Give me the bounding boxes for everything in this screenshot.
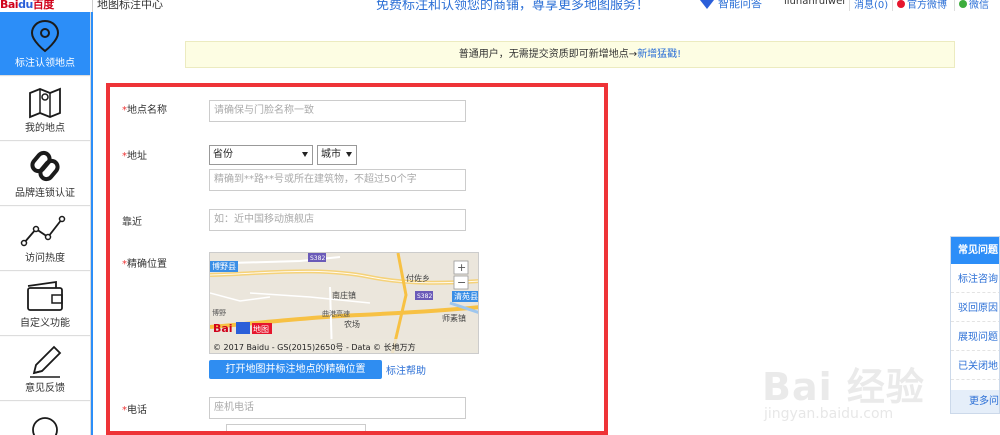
slogan-text: 免费标注和认领您的商铺，尊享更多地图服务！ [376,0,650,13]
chain-link-icon [30,150,60,182]
sidebar-item-label: 标注认领地点 [15,58,75,69]
content-divider [91,12,93,435]
sidebar-item-feedback[interactable]: 意见反馈 [0,337,90,401]
sidebar-item-more[interactable] [0,402,90,435]
wechat-icon [959,0,967,8]
faq-item[interactable]: 驳回原因 [951,296,999,322]
faq-title: 常见问题 [951,237,999,264]
sidebar-item-my-places[interactable]: 我的地点 [0,77,90,141]
sidebar: 标注认领地点 我的地点 品牌连锁认证 访问热度 自定义功能 意见反馈 [0,12,91,435]
watermark-url: jingyan.baidu.com [764,406,894,422]
sidebar-item-label: 我的地点 [25,123,65,134]
sidebar-item-visit-heat[interactable]: 访问热度 [0,207,90,271]
site-title: 地图标注中心 [92,0,163,12]
line-chart-icon [20,215,66,247]
faq-item[interactable]: 展现问题 [951,325,999,351]
weibo-link[interactable]: 官方微博 [892,0,947,11]
sidebar-item-label: 访问热度 [25,253,65,264]
baidu-logo[interactable]: Baidu百度 [0,0,54,12]
sidebar-item-label: 自定义功能 [20,318,70,329]
highlight-frame [106,83,608,435]
wechat-link[interactable]: 微信 [954,0,989,11]
sidebar-item-custom-features[interactable]: 自定义功能 [0,272,90,336]
messages-link[interactable]: 消息(0) [849,0,888,11]
username[interactable]: liuhanruiwei [784,0,845,7]
weibo-icon [897,0,905,8]
page: Baidu百度 地图标注中心 免费标注和认领您的商铺，尊享更多地图服务！ 智能问… [0,0,1000,435]
sidebar-item-label: 意见反馈 [25,383,65,394]
wallet-icon [27,280,63,311]
location-pin-icon [30,19,60,53]
map-icon [29,87,61,119]
top-bar: Baidu百度 地图标注中心 免费标注和认领您的商铺，尊享更多地图服务！ 智能问… [0,0,1000,13]
smart-qa-link[interactable]: 智能问答 [700,0,762,11]
sidebar-item-mark-location[interactable]: 标注认领地点 [0,12,90,76]
watermark: Bai 经验 jingyan.baidu.com [762,356,994,426]
diamond-icon [700,0,714,9]
notice-bar: 普通用户，无需提交资质即可新增地点→新增猛戳! [185,41,955,68]
add-place-link[interactable]: 新增猛戳! [637,49,681,60]
bulb-icon [32,417,58,435]
sidebar-item-label: 品牌连锁认证 [15,188,75,199]
notice-text: 普通用户，无需提交资质即可新增地点→ [458,49,638,60]
watermark-text: Bai 经验 [762,365,925,409]
sidebar-item-brand-chain[interactable]: 品牌连锁认证 [0,142,90,206]
faq-item[interactable]: 标注咨询 [951,267,999,293]
pencil-icon [30,345,62,378]
